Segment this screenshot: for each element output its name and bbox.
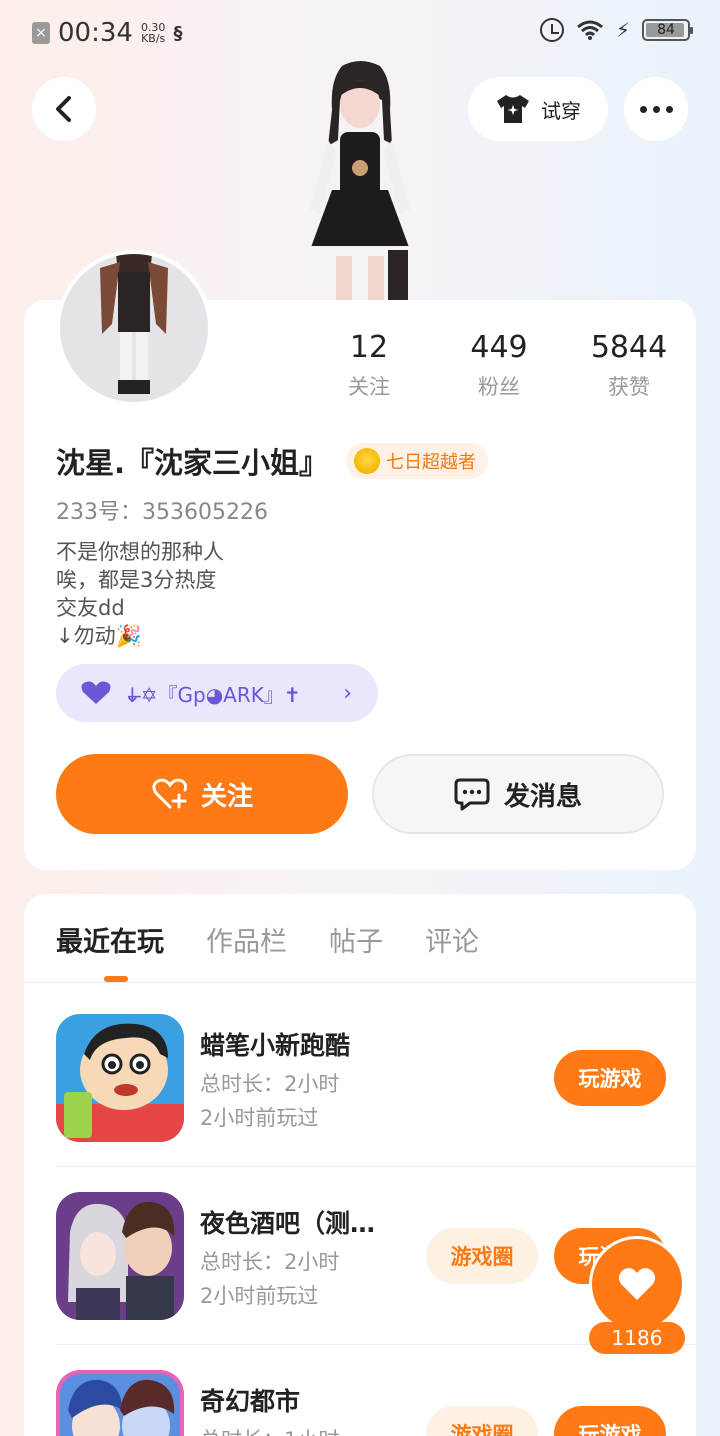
divider bbox=[24, 982, 696, 983]
status-bar: × 00:34 0.30 KB/s § ⚡ 84 bbox=[0, 0, 720, 64]
guild-name: ↓̶✡『Gp◕ARK』✝ bbox=[124, 682, 301, 707]
more-dots-icon bbox=[639, 105, 673, 113]
play-game-button[interactable]: 玩游戏 bbox=[554, 1406, 666, 1436]
bio-line: ↓勿动🎉 bbox=[56, 624, 142, 648]
bio-line: 不是你想的那种人 bbox=[56, 540, 224, 564]
avatar-figure bbox=[308, 61, 412, 300]
game-last-played: 2小时前玩过 bbox=[200, 1284, 319, 1308]
message-label: 发消息 bbox=[503, 781, 582, 812]
avatar[interactable] bbox=[56, 250, 212, 406]
chevron-left-icon bbox=[56, 96, 71, 122]
followers-label: 粉丝 bbox=[478, 375, 520, 399]
follow-button[interactable]: 关注 bbox=[56, 754, 348, 834]
followers-count: 449 bbox=[470, 330, 528, 365]
like-count: 1186 bbox=[589, 1322, 685, 1354]
game-circle-button[interactable]: 游戏圈 bbox=[426, 1406, 538, 1436]
charging-icon: ⚡ bbox=[615, 18, 630, 42]
game-icon[interactable] bbox=[56, 1014, 184, 1142]
game-duration: 总时长：2小时 bbox=[200, 1250, 340, 1274]
alarm-icon bbox=[539, 18, 564, 42]
heart-icon bbox=[618, 1268, 656, 1300]
tab-comments[interactable]: 评论 bbox=[425, 920, 479, 959]
status-right: ⚡ 84 bbox=[539, 18, 693, 42]
username: 沈星.『沈家三小姐』 bbox=[56, 446, 329, 480]
following-count: 12 bbox=[349, 330, 389, 365]
medal-icon bbox=[354, 448, 381, 474]
follow-label: 关注 bbox=[200, 781, 253, 812]
activity-card: 最近在玩 作品栏 帖子 评论 蜡笔小新跑酷 总时长：2小时 2小时前玩过 玩游戏 bbox=[24, 894, 696, 1436]
chevron-right-icon: › bbox=[343, 680, 352, 706]
tab-bar: 最近在玩 作品栏 帖子 评论 bbox=[56, 920, 479, 959]
bio: 不是你想的那种人 唉，都是3分热度 交友dd ↓勿动🎉 bbox=[56, 538, 224, 650]
heart-icon bbox=[81, 681, 111, 704]
stat-likes[interactable]: 5844 获赞 bbox=[564, 330, 694, 401]
stat-followers[interactable]: 449 粉丝 bbox=[434, 330, 564, 401]
game-row[interactable]: 蜡笔小新跑酷 总时长：2小时 2小时前玩过 玩游戏 bbox=[56, 1014, 666, 1142]
game-title: 夜色酒吧（测… bbox=[200, 1209, 376, 1238]
user-id: 233号：353605226 bbox=[56, 500, 268, 525]
clock: 00:34 bbox=[58, 18, 133, 48]
badge-label: 七日超越者 bbox=[386, 452, 477, 473]
game-title: 蜡笔小新跑酷 bbox=[200, 1031, 351, 1060]
chat-icon bbox=[454, 778, 490, 811]
battery-icon: 84 bbox=[642, 19, 693, 41]
status-left: × 00:34 0.30 KB/s § bbox=[32, 18, 182, 48]
likes-label: 获赞 bbox=[608, 375, 650, 399]
tab-recent[interactable]: 最近在玩 bbox=[56, 920, 164, 959]
heart-plus-icon bbox=[152, 778, 188, 809]
game-duration: 总时长：1小时 bbox=[200, 1424, 339, 1436]
like-button[interactable] bbox=[589, 1236, 685, 1332]
divider bbox=[56, 1166, 696, 1167]
try-on-button[interactable]: 试穿 bbox=[468, 77, 608, 141]
play-game-button[interactable]: 玩游戏 bbox=[554, 1050, 666, 1106]
message-button[interactable]: 发消息 bbox=[372, 754, 664, 834]
wifi-icon bbox=[576, 20, 603, 40]
network-speed: 0.30 KB/s bbox=[141, 22, 166, 44]
game-circle-button[interactable]: 游戏圈 bbox=[426, 1228, 538, 1284]
tab-posts[interactable]: 帖子 bbox=[329, 920, 383, 959]
game-row[interactable]: 奇幻都市 总时长：1小时 游戏圈 玩游戏 bbox=[56, 1370, 666, 1436]
tab-works[interactable]: 作品栏 bbox=[206, 920, 287, 959]
game-title: 奇幻都市 bbox=[200, 1387, 301, 1416]
stats-row: 12 关注 449 粉丝 5844 获赞 bbox=[304, 330, 694, 401]
speed-unit: KB/s bbox=[141, 32, 166, 45]
game-last-played: 2小时前玩过 bbox=[200, 1106, 319, 1130]
game-icon[interactable] bbox=[56, 1370, 184, 1436]
battery-level: 84 bbox=[657, 22, 675, 38]
back-button[interactable] bbox=[32, 77, 96, 141]
guild-pill[interactable]: ↓̶✡『Gp◕ARK』✝ › bbox=[56, 664, 378, 722]
likes-count: 5844 bbox=[590, 330, 668, 365]
bio-line: 交友dd bbox=[56, 596, 125, 620]
following-label: 关注 bbox=[348, 375, 390, 399]
no-sim-icon: × bbox=[32, 22, 50, 44]
more-button[interactable] bbox=[624, 77, 688, 141]
game-icon[interactable] bbox=[56, 1192, 184, 1320]
notification-s-icon: § bbox=[173, 22, 183, 44]
game-duration: 总时长：2小时 bbox=[200, 1072, 340, 1096]
bio-line: 唉，都是3分热度 bbox=[56, 568, 217, 592]
achievement-badge[interactable]: 七日超越者 bbox=[346, 443, 489, 479]
game-row[interactable]: 夜色酒吧（测… 总时长：2小时 2小时前玩过 游戏圈 玩游戏 bbox=[56, 1192, 666, 1320]
tshirt-icon bbox=[497, 95, 529, 123]
avatar-image bbox=[60, 254, 208, 402]
try-on-label: 试穿 bbox=[541, 98, 581, 123]
name-row: 沈星.『沈家三小姐』 七日超越者 bbox=[56, 440, 489, 482]
stat-following[interactable]: 12 关注 bbox=[304, 330, 434, 401]
